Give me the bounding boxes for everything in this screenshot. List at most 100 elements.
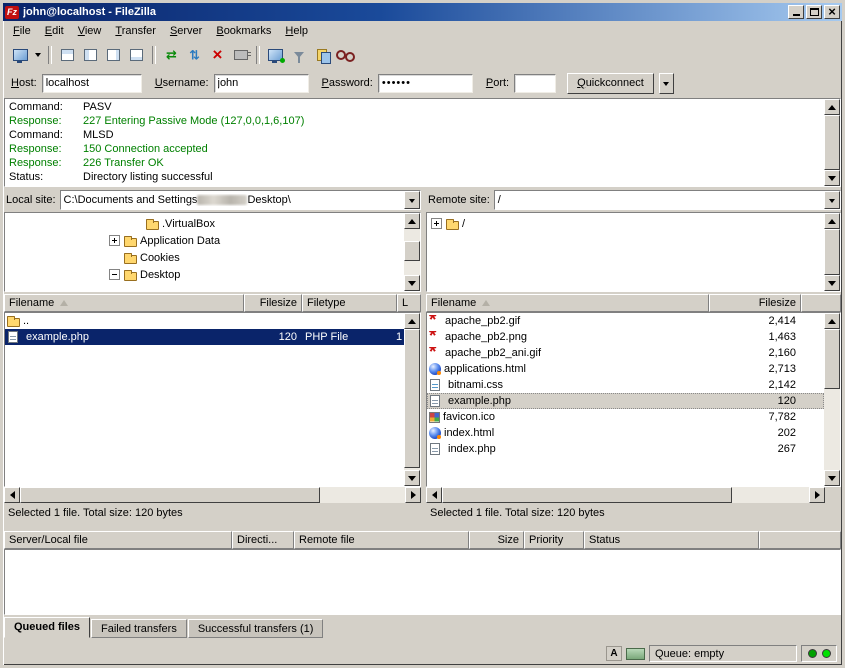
tab-successful-transfers[interactable]: Successful transfers (1): [188, 619, 324, 638]
scroll-left-button[interactable]: [426, 487, 442, 503]
file-row-highlighted[interactable]: example.php120: [427, 393, 824, 409]
cancel-button[interactable]: [206, 44, 229, 66]
scroll-up-button[interactable]: [824, 213, 840, 229]
local-site-dropdown-button[interactable]: [404, 191, 420, 209]
local-list-scrollbar[interactable]: [404, 313, 420, 486]
menu-edit[interactable]: Edit: [38, 22, 71, 40]
column-header-server-local-file[interactable]: Server/Local file: [4, 531, 232, 549]
tab-failed-transfers[interactable]: Failed transfers: [91, 619, 187, 638]
file-row[interactable]: favicon.ico7,782: [427, 409, 824, 425]
column-header-filetype[interactable]: Filetype: [302, 294, 397, 312]
quickconnect-button[interactable]: Quickconnect: [567, 73, 654, 94]
tree-expander[interactable]: [109, 235, 120, 246]
site-manager-dropdown-button[interactable]: [32, 44, 44, 66]
quickconnect-dropdown-button[interactable]: [659, 73, 674, 94]
scroll-track[interactable]: [404, 329, 420, 470]
scroll-track[interactable]: [404, 229, 420, 275]
scroll-thumb[interactable]: [20, 487, 320, 503]
scroll-thumb[interactable]: [442, 487, 732, 503]
scroll-left-button[interactable]: [4, 487, 20, 503]
file-row[interactable]: applications.html2,713: [427, 361, 824, 377]
file-row[interactable]: apache_pb2_ani.gif2,160: [427, 345, 824, 361]
scroll-down-button[interactable]: [824, 275, 840, 291]
scroll-up-button[interactable]: [824, 99, 840, 115]
scroll-track[interactable]: [824, 115, 840, 170]
scroll-up-button[interactable]: [404, 313, 420, 329]
local-tree-scrollbar[interactable]: [404, 213, 420, 291]
title-bar[interactable]: john@localhost - FileZilla: [3, 3, 842, 21]
column-header-filename[interactable]: Filename: [426, 294, 709, 312]
file-row[interactable]: index.php267: [427, 441, 824, 457]
toggle-queue-button[interactable]: [125, 44, 148, 66]
menu-help[interactable]: Help: [278, 22, 315, 40]
scroll-track[interactable]: [20, 487, 405, 503]
remote-site-dropdown-button[interactable]: [824, 191, 840, 209]
tree-item[interactable]: /: [427, 215, 824, 232]
toggle-message-log-button[interactable]: [56, 44, 79, 66]
column-header-direction[interactable]: Directi...: [232, 531, 294, 549]
column-header-size[interactable]: Size: [469, 531, 524, 549]
disconnect-button[interactable]: [229, 44, 252, 66]
local-site-combobox[interactable]: C:\Documents and SettingsDesktop\: [60, 190, 421, 210]
column-header-priority[interactable]: Priority: [524, 531, 584, 549]
scroll-down-button[interactable]: [824, 170, 840, 186]
column-header-last-modified[interactable]: L: [397, 294, 421, 312]
tree-expander[interactable]: [431, 218, 442, 229]
port-input[interactable]: [514, 74, 556, 93]
remote-list-scrollbar[interactable]: [824, 313, 840, 486]
queue-list[interactable]: [4, 549, 841, 615]
find-files-button[interactable]: [333, 44, 356, 66]
site-manager-button[interactable]: [9, 44, 32, 66]
maximize-button[interactable]: [806, 5, 822, 19]
username-input[interactable]: [214, 74, 309, 93]
scroll-track[interactable]: [442, 487, 809, 503]
tree-item[interactable]: Cookies: [5, 249, 404, 266]
reconnect-button[interactable]: [264, 44, 287, 66]
file-row[interactable]: ..: [5, 313, 404, 329]
scroll-thumb[interactable]: [404, 241, 420, 261]
column-header-filename[interactable]: Filename: [4, 294, 244, 312]
remote-horizontal-scrollbar[interactable]: [426, 487, 825, 503]
minimize-button[interactable]: [788, 5, 804, 19]
scroll-track[interactable]: [824, 329, 840, 470]
scroll-right-button[interactable]: [809, 487, 825, 503]
refresh-button[interactable]: [160, 44, 183, 66]
tab-queued-files[interactable]: Queued files: [4, 617, 90, 638]
scroll-down-button[interactable]: [404, 470, 420, 486]
scroll-right-button[interactable]: [405, 487, 421, 503]
process-queue-button[interactable]: [183, 44, 206, 66]
column-header-filesize[interactable]: Filesize: [244, 294, 302, 312]
log-scrollbar[interactable]: [824, 99, 840, 186]
scroll-up-button[interactable]: [404, 213, 420, 229]
remote-site-combobox[interactable]: /: [494, 190, 841, 210]
menu-file[interactable]: File: [6, 22, 38, 40]
file-row[interactable]: index.html202: [427, 425, 824, 441]
column-header-status[interactable]: Status: [584, 531, 759, 549]
scroll-down-button[interactable]: [824, 470, 840, 486]
menu-transfer[interactable]: Transfer: [108, 22, 163, 40]
scroll-up-button[interactable]: [824, 313, 840, 329]
scroll-thumb[interactable]: [824, 329, 840, 389]
file-row[interactable]: apache_pb2.png1,463: [427, 329, 824, 345]
menu-view[interactable]: View: [71, 22, 109, 40]
column-header-filesize[interactable]: Filesize: [709, 294, 801, 312]
tree-item[interactable]: .VirtualBox: [5, 215, 404, 232]
encryption-indicator-icon[interactable]: [626, 648, 645, 660]
local-horizontal-scrollbar[interactable]: [4, 487, 421, 503]
scroll-down-button[interactable]: [404, 275, 420, 291]
transfer-type-indicator-icon[interactable]: [606, 646, 622, 661]
tree-item[interactable]: Desktop: [5, 266, 404, 283]
remote-tree-scrollbar[interactable]: [824, 213, 840, 291]
column-header-remote-file[interactable]: Remote file: [294, 531, 469, 549]
password-input[interactable]: [378, 74, 473, 93]
scroll-thumb[interactable]: [824, 229, 840, 275]
toggle-remote-tree-button[interactable]: [102, 44, 125, 66]
scroll-track[interactable]: [824, 229, 840, 275]
menu-bookmarks[interactable]: Bookmarks: [209, 22, 278, 40]
tree-item[interactable]: Application Data: [5, 232, 404, 249]
directory-filter-button[interactable]: [287, 44, 310, 66]
close-button[interactable]: [824, 5, 840, 19]
scroll-thumb[interactable]: [404, 329, 420, 468]
toggle-local-tree-button[interactable]: [79, 44, 102, 66]
directory-comparison-button[interactable]: [310, 44, 333, 66]
